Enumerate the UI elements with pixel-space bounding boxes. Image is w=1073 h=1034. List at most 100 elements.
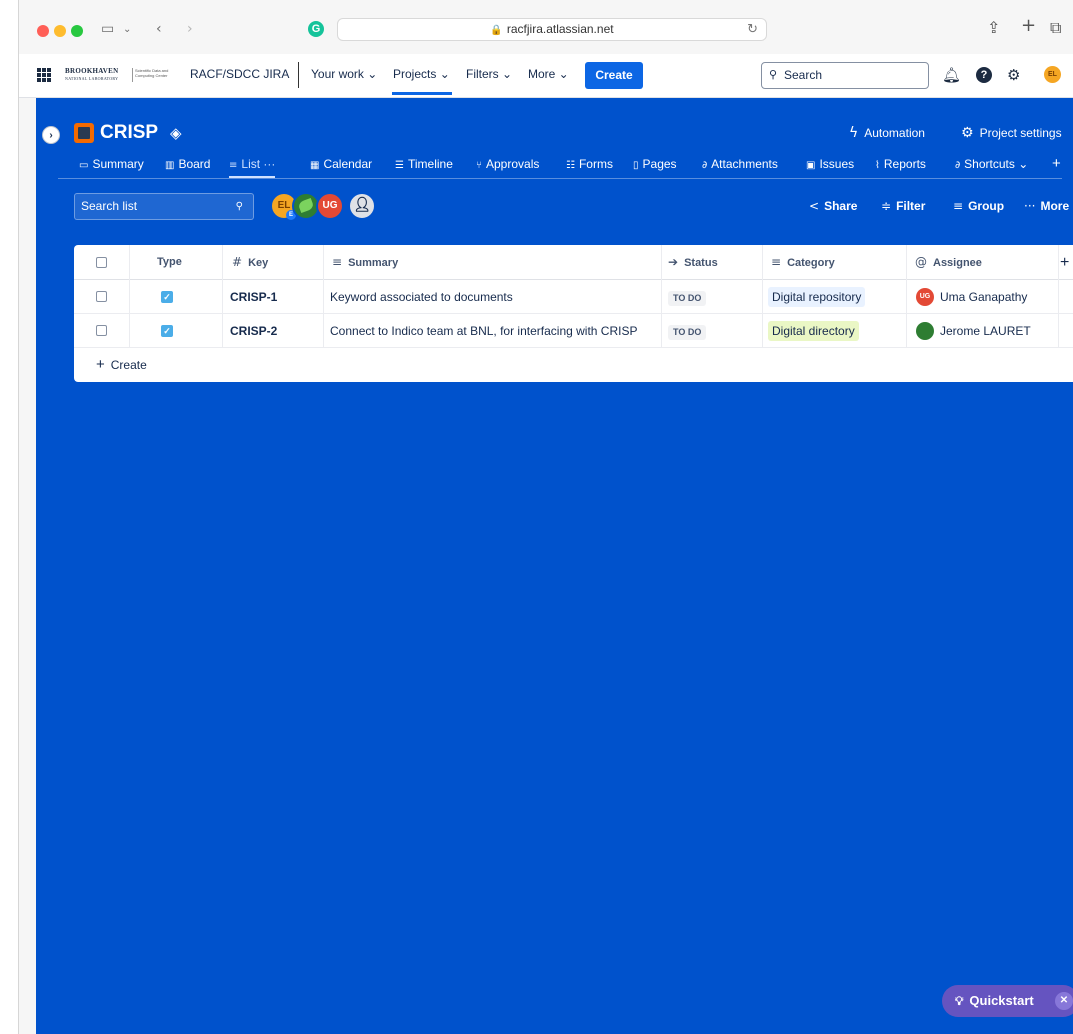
- category-cell[interactable]: Digital repository: [768, 280, 866, 314]
- nav-more[interactable]: More ⌄: [528, 67, 569, 81]
- header-key[interactable]: # Key: [232, 245, 268, 280]
- close-window-button[interactable]: [37, 25, 49, 37]
- automation-button[interactable]: ϟ Automation: [849, 125, 925, 141]
- table-row[interactable]: ✓ CRISP-1 Keyword associated to document…: [74, 280, 1073, 314]
- settings-gear-icon[interactable]: ⚙: [1007, 67, 1020, 83]
- theme-paint-icon[interactable]: ◈: [170, 124, 182, 142]
- reload-icon[interactable]: ↻: [747, 19, 758, 40]
- add-tab-icon[interactable]: +: [1052, 155, 1061, 172]
- filter-button[interactable]: ≑ Filter: [881, 199, 925, 213]
- category-cell[interactable]: Digital directory: [768, 314, 859, 348]
- search-input[interactable]: ⚲ Search: [761, 62, 929, 89]
- project-settings-button[interactable]: ⚙ Project settings: [961, 125, 1062, 141]
- chevron-down-icon[interactable]: ⌄: [123, 24, 131, 35]
- more-button[interactable]: ··· More: [1024, 199, 1069, 213]
- tab-pages[interactable]: ▯ Pages: [633, 157, 677, 171]
- new-tab-icon[interactable]: +: [1021, 15, 1036, 36]
- gear-icon: ⚙: [961, 125, 974, 141]
- add-people-icon[interactable]: 👤︎: [348, 192, 376, 220]
- forward-icon[interactable]: ›: [187, 21, 193, 37]
- issue-summary[interactable]: Connect to Indico team at BNL, for inter…: [330, 314, 637, 348]
- tab-list[interactable]: ≡ List ···: [229, 157, 276, 178]
- row-checkbox[interactable]: [96, 291, 107, 302]
- browser-window: ▭ ⌄ ‹ › G 🔒 racfjira.atlassian.net ↻ ⇪ + …: [18, 0, 1073, 1034]
- grammarly-icon[interactable]: G: [308, 21, 324, 37]
- header-status[interactable]: ➔ Status: [668, 245, 718, 280]
- search-list-input[interactable]: Search list ⚲: [74, 193, 254, 220]
- tab-calendar[interactable]: ▦ Calendar: [310, 157, 372, 171]
- site-name[interactable]: RACF/SDCC JIRA: [190, 67, 289, 81]
- address-bar[interactable]: 🔒 racfjira.atlassian.net ↻: [337, 18, 767, 41]
- search-icon: ⚲: [235, 201, 243, 212]
- share-icon[interactable]: ⇪: [987, 18, 1000, 37]
- tab-forms-label: Forms: [578, 157, 613, 171]
- back-icon[interactable]: ‹: [156, 21, 162, 37]
- nav-filters[interactable]: Filters ⌄: [466, 67, 512, 81]
- app-switcher-icon[interactable]: [37, 68, 51, 82]
- header-category[interactable]: ≡ Category: [771, 245, 835, 280]
- nav-your-work[interactable]: Your work ⌄: [311, 67, 377, 81]
- tab-issues-label: Issues: [819, 157, 855, 171]
- share-label: Share: [824, 199, 858, 213]
- add-column-icon[interactable]: +: [1060, 245, 1069, 280]
- close-icon[interactable]: ✕: [1055, 992, 1073, 1010]
- list-icon: ≡: [229, 160, 238, 171]
- timeline-icon: ☰: [395, 160, 404, 171]
- assignee-cell[interactable]: UG Uma Ganapathy: [916, 280, 1027, 314]
- header-type[interactable]: Type: [157, 245, 182, 280]
- hash-icon: #: [232, 255, 243, 269]
- table-row[interactable]: ✓ CRISP-2 Connect to Indico team at BNL,…: [74, 314, 1073, 348]
- status-badge: TO DO: [668, 291, 707, 306]
- share-button[interactable]: < Share: [809, 199, 857, 213]
- row-checkbox[interactable]: [96, 325, 107, 336]
- shortcut-icon: ∂: [955, 160, 961, 171]
- header-assignee-label: Assignee: [933, 257, 982, 269]
- tab-reports[interactable]: ⌇ Reports: [875, 157, 926, 171]
- url-text: racfjira.atlassian.net: [506, 22, 614, 36]
- logo-subtext: NATIONAL LABORATORY: [65, 76, 119, 81]
- select-all-checkbox[interactable]: [96, 257, 107, 268]
- issue-key[interactable]: CRISP-1: [230, 280, 277, 314]
- lock-icon: 🔒: [490, 25, 503, 36]
- tab-overview-icon[interactable]: ⧉: [1050, 18, 1061, 38]
- assignee-avatar: [916, 321, 934, 340]
- tab-forms[interactable]: ☷ Forms: [566, 157, 613, 171]
- minimize-window-button[interactable]: [54, 25, 66, 37]
- tab-summary[interactable]: ▭ Summary: [79, 157, 144, 171]
- expand-sidebar-button[interactable]: ›: [42, 126, 60, 144]
- create-issue-row[interactable]: + Create: [74, 348, 1073, 382]
- tab-calendar-label: Calendar: [323, 157, 373, 171]
- project-title: CRISP: [100, 122, 159, 143]
- notifications-icon[interactable]: 🔔︎: [942, 67, 961, 83]
- issue-key[interactable]: CRISP-2: [230, 314, 277, 348]
- user-avatar[interactable]: EL: [1044, 66, 1061, 83]
- group-icon: ≡: [953, 199, 964, 213]
- assignee-cell[interactable]: Jerome LAURET: [916, 314, 1031, 348]
- tab-approvals[interactable]: ⑂ Approvals: [476, 157, 539, 171]
- create-issue-button[interactable]: + Create: [96, 348, 147, 382]
- tab-board[interactable]: ▥ Board: [165, 157, 210, 171]
- tab-timeline[interactable]: ☰ Timeline: [395, 157, 453, 171]
- group-button[interactable]: ≡ Group: [953, 199, 1004, 213]
- tab-issues[interactable]: ▣ Issues: [806, 157, 854, 171]
- sidebar-toggle-icon[interactable]: ▭: [101, 21, 114, 37]
- issue-summary[interactable]: Keyword associated to documents: [330, 280, 513, 314]
- status-cell[interactable]: TO DO: [668, 280, 707, 314]
- brookhaven-logo[interactable]: BROOKHAVEN NATIONAL LABORATORY: [65, 67, 118, 83]
- status-cell[interactable]: TO DO: [668, 314, 707, 348]
- create-button[interactable]: Create: [585, 62, 643, 89]
- zoom-window-button[interactable]: [71, 25, 83, 37]
- quickstart-button[interactable]: 💡︎ Quickstart ✕: [942, 985, 1073, 1017]
- header-status-label: Status: [684, 257, 718, 269]
- assignee-avatar: UG: [916, 287, 934, 306]
- header-summary[interactable]: ≡ Summary: [332, 245, 398, 280]
- nav-projects[interactable]: Projects ⌄: [392, 67, 452, 95]
- avatar-ug[interactable]: UG: [316, 192, 344, 220]
- header-key-label: Key: [248, 257, 269, 269]
- attachment-icon: ∂: [702, 160, 708, 171]
- tab-shortcuts[interactable]: ∂ Shortcuts ⌄: [955, 157, 1028, 171]
- tab-attachments[interactable]: ∂ Attachments: [702, 157, 778, 171]
- header-assignee[interactable]: @ Assignee: [915, 245, 982, 280]
- logo-text: BROOKHAVEN: [65, 67, 119, 75]
- help-icon[interactable]: ?: [976, 67, 992, 83]
